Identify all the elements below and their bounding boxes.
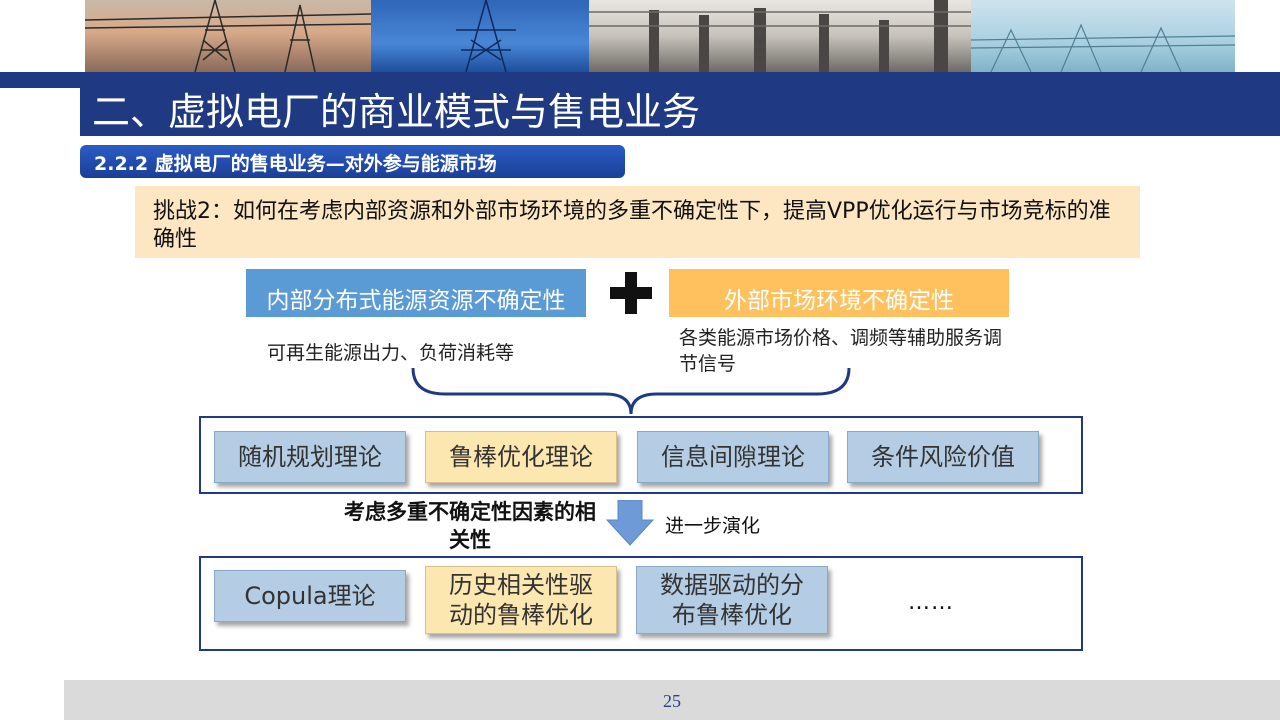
advanced-theory-chip: Copula理论	[214, 570, 406, 622]
theory-chip-label: 鲁棒优化理论	[449, 443, 593, 471]
title-banner: 二、虚拟电厂的商业模式与售电业务	[80, 88, 1280, 136]
advanced-theory-chip: 数据驱动的分布鲁棒优化	[636, 566, 828, 634]
section-tab: 2.2.2 虚拟电厂的售电业务—对外参与能源市场	[80, 145, 625, 178]
theory-chip: 信息间隙理论	[637, 431, 829, 483]
theory-chip-label: 条件风险价值	[871, 443, 1015, 471]
substation-insulators-photo	[589, 0, 971, 72]
evolve-note: 进一步演化	[665, 515, 761, 537]
theory-chip-label: 信息间隙理论	[661, 443, 805, 471]
evolve-factor-text: 考虑多重不确定性因素的相关性	[344, 500, 596, 552]
title-band	[0, 72, 1280, 88]
substation-gantry-photo	[971, 0, 1235, 72]
internal-uncertainty-label: 内部分布式能源资源不确定性	[266, 288, 566, 314]
curly-brace-icon	[411, 367, 851, 415]
theory-chip: 鲁棒优化理论	[425, 431, 617, 483]
footer-bar: 25	[64, 680, 1280, 720]
theory-chip: 随机规划理论	[214, 431, 406, 483]
section-title: 2.2.2 虚拟电厂的售电业务—对外参与能源市场	[94, 153, 497, 175]
advanced-theory-chip-label: 历史相关性驱动的鲁棒优化	[449, 571, 593, 629]
theory-chip-label: 随机规划理论	[238, 443, 382, 471]
page-number: 25	[663, 691, 681, 711]
external-uncertainty-label: 外部市场环境不确定性	[724, 288, 954, 314]
advanced-theory-chip: 历史相关性驱动的鲁棒优化	[425, 566, 617, 634]
external-uncertainty-box: 外部市场环境不确定性	[669, 269, 1009, 317]
internal-uncertainty-box: 内部分布式能源资源不确定性	[246, 269, 586, 317]
advanced-theory-chip-label: Copula理论	[244, 582, 376, 610]
advanced-theory-chip-label: 数据驱动的分布鲁棒优化	[660, 571, 804, 629]
challenge-text: 挑战2：如何在考虑内部资源和外部市场环境的多重不确定性下，提高VPP优化运行与市…	[153, 199, 1111, 252]
power-tower-photo	[85, 0, 371, 72]
transmission-tower-photo	[371, 0, 589, 72]
challenge-box: 挑战2：如何在考虑内部资源和外部市场环境的多重不确定性下，提高VPP优化运行与市…	[135, 186, 1140, 258]
ellipsis-text: ……	[908, 590, 954, 615]
down-arrow-icon	[606, 500, 654, 546]
theory-chip: 条件风险价值	[847, 431, 1039, 483]
header-photo-strip	[85, 0, 1235, 72]
page-title: 二、虚拟电厂的商业模式与售电业务	[92, 90, 701, 134]
internal-uncertainty-note: 可再生能源出力、负荷消耗等	[267, 342, 515, 364]
plus-icon	[610, 272, 652, 314]
